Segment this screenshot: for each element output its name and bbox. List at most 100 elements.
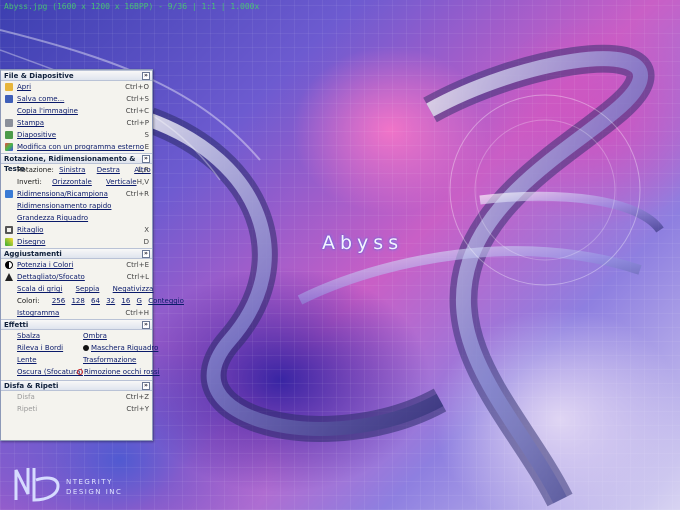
collapse-icon[interactable]: » xyxy=(142,155,150,163)
menu-frame-mask[interactable]: Maschera Riquadro xyxy=(83,342,158,354)
printer-icon xyxy=(5,119,13,127)
shortcut: Ctrl+S xyxy=(126,95,149,103)
colors-128[interactable]: 128 xyxy=(71,297,84,305)
section-file-title: File & Diapositive xyxy=(4,72,74,80)
logo-line-1: NTEGRITY xyxy=(66,478,113,486)
menu-crop[interactable]: Ritaglio X xyxy=(1,224,152,236)
colors-label: Colori: xyxy=(17,297,40,305)
menu-draw-label[interactable]: Disegno xyxy=(17,238,45,246)
section-undo-title: Disfa & Ripeti xyxy=(4,382,59,390)
flip-label: Invertì: xyxy=(17,178,42,186)
menu-negative[interactable]: Negativizza xyxy=(113,285,154,293)
menu-quick-resize[interactable]: Ridimensionamento rapido xyxy=(1,200,152,212)
crop-icon xyxy=(5,226,13,234)
menu-histogram-label[interactable]: Istogramma xyxy=(17,309,59,317)
section-rotate-header[interactable]: Rotazione, Ridimensionamento & Testo » xyxy=(1,153,152,173)
palette-icon xyxy=(5,143,13,151)
colors-16[interactable]: 16 xyxy=(121,297,130,305)
menu-open-label[interactable]: Apri xyxy=(17,83,31,91)
menu-print-label[interactable]: Stampa xyxy=(17,119,44,127)
colors-g[interactable]: G xyxy=(137,297,142,305)
rotation-label: Rotazione: xyxy=(17,166,54,174)
menu-grayscale[interactable]: Scala di grigi xyxy=(17,285,62,293)
floppy-icon xyxy=(5,95,13,103)
menu-crop-size-label[interactable]: Grandezza Riquadro xyxy=(17,214,88,222)
menu-resize-label[interactable]: Ridimensiona/Ricampiona xyxy=(17,190,108,198)
flip-vertical[interactable]: Verticale xyxy=(106,178,137,186)
menu-draw[interactable]: Disegno D xyxy=(1,236,152,248)
menu-undo[interactable]: Disfa Ctrl+Z xyxy=(1,391,152,403)
menu-sepia[interactable]: Seppia xyxy=(76,285,100,293)
menu-save-as-label[interactable]: Salva come... xyxy=(17,95,64,103)
colors-256[interactable]: 256 xyxy=(52,297,65,305)
shortcut: E xyxy=(144,143,149,151)
menu-redo-label[interactable]: Ripeti xyxy=(17,405,37,413)
logo-line-2: DESIGN INC xyxy=(66,488,123,496)
collapse-icon[interactable]: » xyxy=(142,321,150,329)
section-adjust-header[interactable]: Aggiustamenti » xyxy=(1,248,152,259)
section-effects-header[interactable]: Effetti » xyxy=(1,319,152,330)
menu-slideshow[interactable]: Diapositive S xyxy=(1,129,152,141)
colors-32[interactable]: 32 xyxy=(106,297,115,305)
section-effects-title: Effetti xyxy=(4,321,29,329)
menu-emboss[interactable]: Sbalza xyxy=(17,332,40,340)
menu-frame-mask-label[interactable]: Maschera Riquadro xyxy=(91,344,158,352)
menu-lens[interactable]: Lente xyxy=(17,356,37,364)
contrast-icon xyxy=(5,261,13,269)
flip-horizontal[interactable]: Orizzontale xyxy=(52,178,92,186)
shortcut: Ctrl+Z xyxy=(125,393,149,401)
circle-icon xyxy=(83,345,89,351)
shortcut: Ctrl+P xyxy=(126,119,149,127)
menu-copy-image-label[interactable]: Copia l'immagine xyxy=(17,107,78,115)
effects-row: Lente Trasformazione xyxy=(1,354,152,366)
menu-detail[interactable]: Dettagliato/Sfocato Ctrl+L xyxy=(1,271,152,283)
menu-red-eye[interactable]: Rimozione occhi rossi xyxy=(77,366,160,378)
menu-resize[interactable]: Ridimensiona/Ricampiona Ctrl+R xyxy=(1,188,152,200)
shortcut: Ctrl+R xyxy=(125,190,149,198)
menu-enhance-colors[interactable]: Potenzia i Colori Ctrl+E xyxy=(1,259,152,271)
menu-copy-image[interactable]: Copia l'immagine Ctrl+C xyxy=(1,105,152,117)
menu-histogram[interactable]: Istogramma Ctrl+H xyxy=(1,307,152,319)
section-adjust-title: Aggiustamenti xyxy=(4,250,62,258)
menu-crop-size[interactable]: Grandezza Riquadro xyxy=(1,212,152,224)
menu-crop-label[interactable]: Ritaglio xyxy=(17,226,43,234)
menu-shadow[interactable]: Ombra xyxy=(83,330,107,342)
menu-redo[interactable]: Ripeti Ctrl+Y xyxy=(1,403,152,415)
rotate-left[interactable]: Sinistra xyxy=(59,166,85,174)
flip-row: Invertì: Orizzontale Verticale H,V xyxy=(1,176,152,188)
grayscale-row: Scala di grigi Seppia Negativizza xyxy=(1,283,154,295)
shortcut: Ctrl+Y xyxy=(126,405,149,413)
section-file-header[interactable]: File & Diapositive » xyxy=(1,70,152,81)
shortcut: Ctrl+E xyxy=(126,261,149,269)
menu-red-eye-label[interactable]: Rimozione occhi rossi xyxy=(84,368,160,376)
menu-slideshow-label[interactable]: Diapositive xyxy=(17,131,56,139)
brush-icon xyxy=(5,238,13,246)
menu-edge-detect[interactable]: Rileva i Bordi xyxy=(17,344,63,352)
resize-icon xyxy=(5,190,13,198)
menu-undo-label[interactable]: Disfa xyxy=(17,393,35,401)
tool-panel: File & Diapositive » Apri Ctrl+O Salva c… xyxy=(0,69,184,441)
menu-save-as[interactable]: Salva come... Ctrl+S xyxy=(1,93,152,105)
menu-transform[interactable]: Trasformazione xyxy=(83,354,136,366)
menu-open[interactable]: Apri Ctrl+O xyxy=(1,81,152,93)
menu-print[interactable]: Stampa Ctrl+P xyxy=(1,117,152,129)
triangle-icon xyxy=(5,273,13,281)
collapse-icon[interactable]: » xyxy=(142,382,150,390)
wallpaper-title: Abyss xyxy=(322,232,404,254)
effects-row: Rileva i Bordi Maschera Riquadro xyxy=(1,342,158,354)
collapse-icon[interactable]: » xyxy=(142,72,150,80)
menu-external-edit-label[interactable]: Modifica con un programma esterno xyxy=(17,143,144,151)
menu-external-edit[interactable]: Modifica con un programma esterno E xyxy=(1,141,152,153)
shortcut: H,V xyxy=(136,178,149,186)
menu-blur[interactable]: Oscura (Sfocatura) xyxy=(17,368,83,376)
menu-enhance-colors-label[interactable]: Potenzia i Colori xyxy=(17,261,73,269)
rotate-right[interactable]: Destra xyxy=(97,166,120,174)
colors-64[interactable]: 64 xyxy=(91,297,100,305)
shortcut: L,R xyxy=(138,166,149,174)
shortcut: Ctrl+O xyxy=(125,83,149,91)
colors-count[interactable]: Conteggio xyxy=(148,297,184,305)
menu-detail-label[interactable]: Dettagliato/Sfocato xyxy=(17,273,85,281)
section-undo-header[interactable]: Disfa & Ripeti » xyxy=(1,380,152,391)
collapse-icon[interactable]: » xyxy=(142,250,150,258)
menu-quick-resize-label[interactable]: Ridimensionamento rapido xyxy=(17,202,111,210)
